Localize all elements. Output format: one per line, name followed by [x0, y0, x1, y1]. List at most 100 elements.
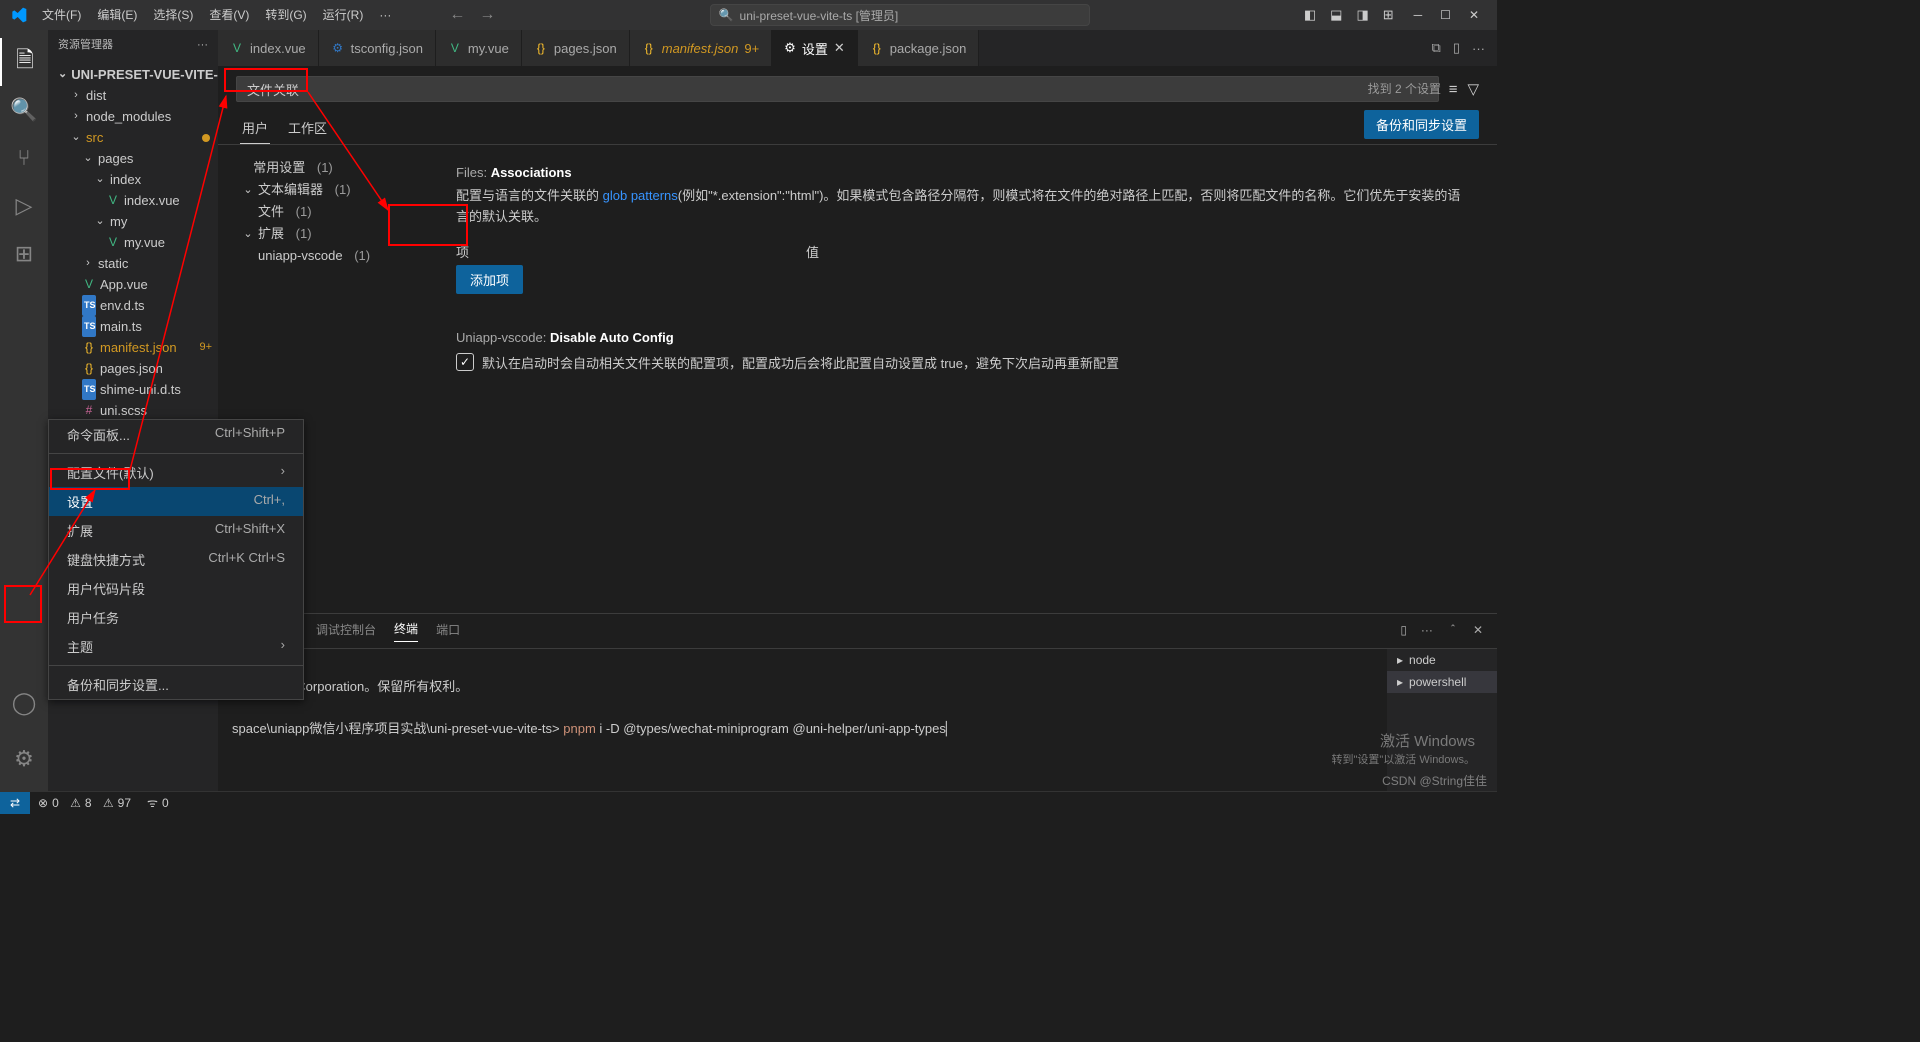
- panel-tab-ports[interactable]: 端口: [436, 621, 460, 642]
- tab-pages-json[interactable]: {}pages.json: [522, 30, 630, 66]
- status-ports[interactable]: ᯤ0: [139, 794, 177, 811]
- tree-uni-scss[interactable]: #uni.scss: [48, 400, 218, 421]
- activity-settings-gear-icon[interactable]: ⚙: [0, 735, 48, 783]
- activity-search-icon[interactable]: 🔍: [0, 86, 48, 134]
- tab-index-vue[interactable]: Vindex.vue: [218, 30, 319, 66]
- tree-my-vue[interactable]: Vmy.vue: [48, 232, 218, 253]
- tree-main[interactable]: TSmain.ts: [48, 316, 218, 337]
- nav-text-editor[interactable]: ⌄文本编辑器 (1): [242, 179, 420, 201]
- tree-root[interactable]: ⌄UNI-PRESET-VUE-VITE-TS: [48, 64, 218, 85]
- terminal-node[interactable]: ▸node: [1387, 649, 1497, 671]
- tree-src[interactable]: ⌄src: [48, 127, 218, 148]
- activity-debug-icon[interactable]: ▷: [0, 182, 48, 230]
- ctx-tasks[interactable]: 用户任务: [49, 603, 303, 632]
- layout-sidebar-left-icon[interactable]: ◧: [1304, 7, 1316, 23]
- ctx-theme[interactable]: 主题›: [49, 632, 303, 661]
- tree-node-modules[interactable]: ›node_modules: [48, 106, 218, 127]
- menu-file[interactable]: 文件(F): [34, 0, 89, 30]
- search-icon: 🔍: [719, 8, 734, 22]
- split-editor-icon[interactable]: ▯: [1453, 40, 1460, 56]
- tree-env[interactable]: TSenv.d.ts: [48, 295, 218, 316]
- terminal-powershell[interactable]: ▸powershell: [1387, 671, 1497, 693]
- warning-icon: ⚠: [103, 796, 114, 810]
- vscode-logo-icon: [4, 7, 34, 23]
- tab-close-icon[interactable]: ✕: [834, 40, 845, 56]
- settings-filter-icon[interactable]: ≡: [1449, 81, 1458, 98]
- tree-pages[interactable]: ⌄pages: [48, 148, 218, 169]
- menu-goto[interactable]: 转到(G): [257, 0, 314, 30]
- remote-indicator-icon[interactable]: ⇄: [0, 792, 30, 814]
- json-file-icon: {}: [534, 41, 548, 55]
- tree-app-vue[interactable]: VApp.vue: [48, 274, 218, 295]
- more-actions-icon[interactable]: ···: [1472, 41, 1485, 56]
- ctx-profile[interactable]: 配置文件(默认)›: [49, 458, 303, 487]
- activity-scm-icon[interactable]: ⑂: [0, 134, 48, 182]
- nav-back-icon[interactable]: ←: [449, 6, 465, 24]
- ctx-keyboard[interactable]: 键盘快捷方式Ctrl+K Ctrl+S: [49, 545, 303, 574]
- open-editors-icon[interactable]: ⧉: [1432, 40, 1441, 56]
- tab-tsconfig[interactable]: ⚙tsconfig.json: [319, 30, 436, 66]
- layout-customize-icon[interactable]: ⊞: [1383, 7, 1394, 23]
- tree-static[interactable]: ›static: [48, 253, 218, 274]
- associations-table-header: 项值: [456, 238, 1469, 265]
- tree-shime[interactable]: TSshime-uni.d.ts: [48, 379, 218, 400]
- panel-maximize-icon[interactable]: ＾: [1447, 623, 1459, 640]
- window-minimize-icon[interactable]: ─: [1414, 8, 1423, 22]
- layout-sidebar-right-icon[interactable]: ◨: [1356, 7, 1368, 23]
- terminal-output[interactable]: werShell ) Microsoft Corporation。保留所有权利。…: [218, 649, 1387, 798]
- tree-my-dir[interactable]: ⌄my: [48, 211, 218, 232]
- settings-tab-user[interactable]: 用户: [240, 112, 270, 144]
- panel-split-icon[interactable]: ▯: [1400, 623, 1407, 640]
- ctx-command-palette[interactable]: 命令面板...Ctrl+Shift+P: [49, 420, 303, 449]
- nav-files[interactable]: 文件 (1): [242, 201, 420, 223]
- nav-extensions[interactable]: ⌄扩展 (1): [242, 223, 420, 245]
- activity-extensions-icon[interactable]: ⊞: [0, 230, 48, 278]
- add-item-button[interactable]: 添加项: [456, 265, 523, 294]
- ctx-settings[interactable]: 设置Ctrl+,: [49, 487, 303, 516]
- tab-package-json[interactable]: {}package.json: [858, 30, 980, 66]
- tab-manifest[interactable]: {}manifest.json9+: [630, 30, 772, 66]
- menu-more[interactable]: ···: [371, 0, 399, 30]
- glob-patterns-link[interactable]: glob patterns: [603, 188, 678, 203]
- panel-close-icon[interactable]: ✕: [1473, 623, 1483, 640]
- activity-bar: 🗎 🔍 ⑂ ▷ ⊞ ◯ ⚙: [0, 30, 48, 791]
- activity-account-icon[interactable]: ◯: [0, 679, 48, 727]
- layout-panel-icon[interactable]: ⬓: [1330, 7, 1342, 23]
- ctx-extensions[interactable]: 扩展Ctrl+Shift+X: [49, 516, 303, 545]
- menu-view[interactable]: 查看(V): [201, 0, 257, 30]
- backup-sync-button[interactable]: 备份和同步设置: [1364, 110, 1479, 139]
- panel-more-icon[interactable]: ···: [1421, 623, 1433, 640]
- checkbox-checked-icon[interactable]: ✓: [456, 353, 474, 371]
- nav-uniapp[interactable]: uniapp-vscode (1): [242, 245, 420, 267]
- tree-index-dir[interactable]: ⌄index: [48, 169, 218, 190]
- setting-uniapp-checkbox-row[interactable]: ✓ 默认在启动时会自动相关文件关联的配置项，配置成功后会将此配置自动设置成 tr…: [456, 353, 1469, 372]
- explorer-more-icon[interactable]: ···: [197, 30, 208, 60]
- window-maximize-icon[interactable]: ☐: [1440, 8, 1451, 22]
- tree-dist[interactable]: ›dist: [48, 85, 218, 106]
- menu-edit[interactable]: 编辑(E): [89, 0, 145, 30]
- tree-index-vue[interactable]: Vindex.vue: [48, 190, 218, 211]
- window-close-icon[interactable]: ✕: [1469, 8, 1479, 22]
- tab-settings[interactable]: ⚙设置✕: [772, 30, 858, 66]
- settings-tab-workspace[interactable]: 工作区: [286, 112, 329, 144]
- settings-search-input[interactable]: [236, 76, 1439, 102]
- status-problems[interactable]: ⊗0 ⚠8 ⚠97: [30, 796, 139, 810]
- panel-tab-terminal[interactable]: 终端: [394, 620, 418, 642]
- command-center[interactable]: 🔍 uni-preset-vue-vite-ts [管理员]: [710, 4, 1090, 26]
- menu-selection[interactable]: 选择(S): [145, 0, 201, 30]
- vue-file-icon: V: [82, 274, 96, 295]
- tab-my-vue[interactable]: Vmy.vue: [436, 30, 522, 66]
- ctx-snippets[interactable]: 用户代码片段: [49, 574, 303, 603]
- panel-tab-debug[interactable]: 调试控制台: [316, 621, 376, 642]
- ctx-backup-sync[interactable]: 备份和同步设置...: [49, 670, 303, 699]
- tree-pages-json[interactable]: {}pages.json: [48, 358, 218, 379]
- nav-common[interactable]: 常用设置 (1): [242, 157, 420, 179]
- menu-run[interactable]: 运行(R): [315, 0, 372, 30]
- tree-manifest[interactable]: {}manifest.json9+: [48, 337, 218, 358]
- nav-forward-icon[interactable]: →: [479, 6, 495, 24]
- explorer-title: 资源管理器: [58, 30, 113, 60]
- vue-file-icon: V: [448, 41, 462, 55]
- settings-clear-icon[interactable]: ▽: [1467, 80, 1479, 98]
- terminal-icon: ▸: [1397, 675, 1403, 689]
- activity-explorer-icon[interactable]: 🗎: [0, 38, 48, 86]
